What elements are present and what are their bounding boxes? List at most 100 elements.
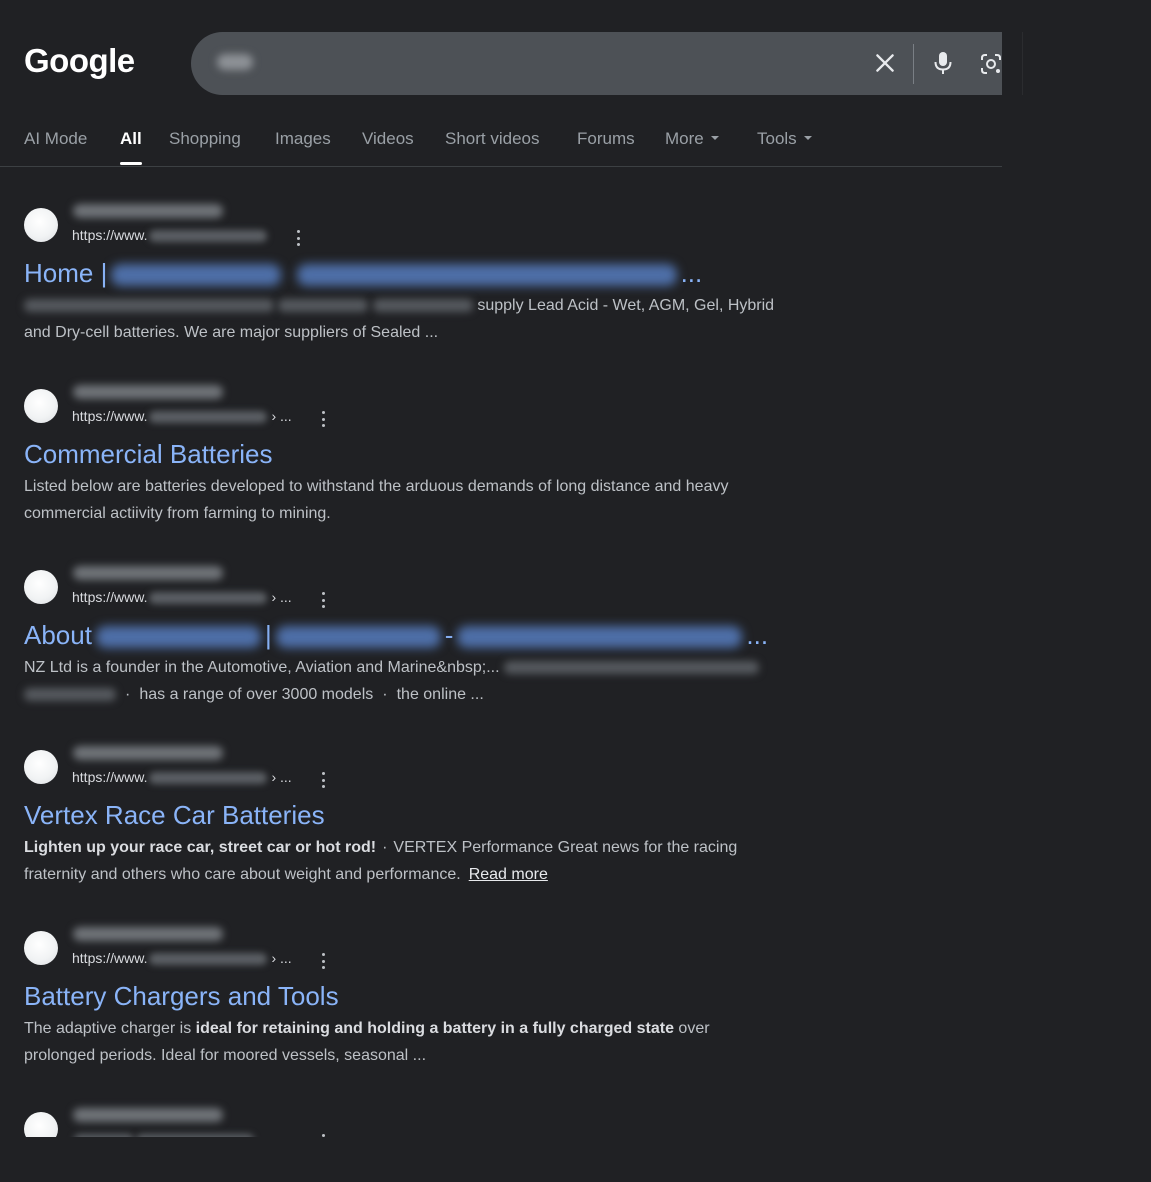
more-options-icon[interactable]	[296, 230, 300, 246]
result-title-link[interactable]: Vertex Race Car Batteries	[24, 798, 325, 832]
viewport-cutoff	[0, 1137, 1151, 1182]
snippet-text: Listed below are batteries developed to …	[24, 478, 729, 495]
tab-label: AI Mode	[24, 129, 88, 148]
tab-label: More	[665, 129, 704, 148]
google-logo[interactable]: Google	[24, 42, 135, 80]
more-options-icon[interactable]	[321, 772, 325, 788]
more-options-icon[interactable]	[321, 953, 325, 969]
tab-tools[interactable]: Tools	[757, 129, 812, 167]
url-domain-blurred	[149, 592, 268, 605]
tab-label: Tools	[757, 129, 797, 148]
chevron-down-icon	[710, 135, 719, 140]
snippet-text: has a range of over 3000 models	[139, 686, 374, 703]
title-text: About	[24, 620, 92, 650]
site-name-blurred[interactable]	[73, 927, 223, 941]
result-snippet: NZ Ltd is a founder in the Automotive, A…	[24, 654, 824, 708]
snippet-blurred	[24, 688, 116, 702]
site-name-blurred[interactable]	[73, 1108, 223, 1122]
url-domain-blurred	[149, 411, 268, 424]
url-breadcrumb: › ...	[271, 589, 292, 605]
title-ellipsis: ...	[746, 620, 769, 650]
url-domain-blurred	[149, 772, 268, 785]
title-separator: -	[444, 620, 454, 650]
camera-lens-icon[interactable]	[979, 52, 1003, 76]
tab-all[interactable]: All	[120, 129, 142, 167]
more-options-icon[interactable]	[321, 411, 325, 427]
tab-label: Shopping	[169, 129, 241, 148]
tab-forums[interactable]: Forums	[577, 129, 635, 167]
tab-label: All	[120, 129, 142, 148]
result-url[interactable]: https://www. › ...	[72, 589, 292, 605]
url-domain-blurred	[149, 230, 268, 243]
url-prefix: https://www.	[72, 408, 148, 424]
snippet-bold-text: ideal for retaining and holding a batter…	[195, 1020, 674, 1037]
snippet-text: and Dry-cell batteries. We are major sup…	[24, 324, 439, 341]
result-url[interactable]: https://www. › ...	[72, 769, 292, 785]
tab-images[interactable]: Images	[275, 129, 331, 167]
snippet-separator: ·	[382, 839, 388, 856]
url-breadcrumb: › ...	[271, 769, 292, 785]
result-title-link[interactable]: About | -...	[24, 618, 768, 652]
tab-shopping[interactable]: Shopping	[169, 129, 241, 167]
snippet-blurred	[504, 661, 759, 675]
search-bar[interactable]	[191, 32, 1002, 95]
close-icon[interactable]	[872, 50, 898, 76]
snippet-text: the online ...	[396, 686, 484, 703]
mic-icon[interactable]	[931, 50, 955, 76]
snippet-blurred	[278, 299, 369, 313]
snippet-text: commercial actiivity from farming to min…	[24, 505, 331, 522]
result-title-link[interactable]: Commercial Batteries	[24, 437, 273, 471]
url-prefix: https://www.	[72, 950, 148, 966]
site-name-blurred[interactable]	[73, 204, 223, 218]
snippet-text: fraternity and others who care about wei…	[24, 866, 461, 883]
tab-label: Short videos	[445, 129, 540, 148]
site-favicon[interactable]	[24, 389, 58, 423]
tab-short-videos[interactable]: Short videos	[445, 129, 540, 167]
title-text: Home |	[24, 258, 108, 288]
tab-ai-mode[interactable]: AI Mode	[24, 129, 87, 167]
tab-label: Forums	[577, 129, 635, 148]
tab-label: Images	[275, 129, 331, 148]
snippet-text: The adaptive charger is	[24, 1020, 192, 1037]
site-name-blurred[interactable]	[73, 746, 223, 760]
header-edge-divider	[1022, 32, 1023, 95]
url-breadcrumb: › ...	[271, 950, 292, 966]
title-blurred	[457, 626, 743, 649]
site-name-blurred[interactable]	[73, 385, 223, 399]
title-ellipsis: ...	[680, 258, 703, 288]
url-prefix: https://www.	[72, 769, 148, 785]
url-prefix: https://www.	[72, 589, 148, 605]
more-options-icon[interactable]	[321, 592, 325, 608]
snippet-text: prolonged periods. Ideal for moored vess…	[24, 1047, 427, 1064]
snippet-separator: ·	[382, 686, 388, 703]
result-snippet: Listed below are batteries developed to …	[24, 473, 824, 527]
search-bar-divider	[913, 44, 914, 84]
snippet-text: VERTEX Performance Great news for the ra…	[393, 839, 738, 856]
result-url[interactable]: https://www.	[72, 227, 268, 243]
url-prefix: https://www.	[72, 227, 148, 243]
search-query-blurred[interactable]	[217, 54, 253, 70]
title-blurred	[296, 264, 677, 287]
title-separator: |	[264, 620, 272, 650]
snippet-separator: ·	[125, 686, 131, 703]
result-snippet: The adaptive charger is ideal for retain…	[24, 1015, 824, 1069]
result-snippet: supply Lead Acid - Wet, AGM, Gel, Hybrid…	[24, 292, 824, 346]
site-favicon[interactable]	[24, 931, 58, 965]
url-breadcrumb: › ...	[271, 408, 292, 424]
result-url[interactable]: https://www. › ...	[72, 408, 292, 424]
snippet-blurred	[372, 299, 473, 313]
site-favicon[interactable]	[24, 570, 58, 604]
site-favicon[interactable]	[24, 208, 58, 242]
result-title-link[interactable]: Battery Chargers and Tools	[24, 979, 339, 1013]
title-blurred	[275, 626, 441, 649]
tab-more[interactable]: More	[665, 129, 719, 167]
snippet-text: NZ Ltd is a founder in the Automotive, A…	[24, 659, 500, 676]
result-url[interactable]: https://www. › ...	[72, 950, 292, 966]
read-more-link[interactable]: Read more	[469, 866, 548, 883]
tab-videos[interactable]: Videos	[362, 129, 414, 167]
result-title-link[interactable]: Home | ...	[24, 256, 702, 290]
site-name-blurred[interactable]	[73, 566, 223, 580]
snippet-bold-text: Lighten up your race car, street car or …	[24, 839, 377, 856]
chevron-down-icon	[803, 135, 812, 140]
site-favicon[interactable]	[24, 750, 58, 784]
